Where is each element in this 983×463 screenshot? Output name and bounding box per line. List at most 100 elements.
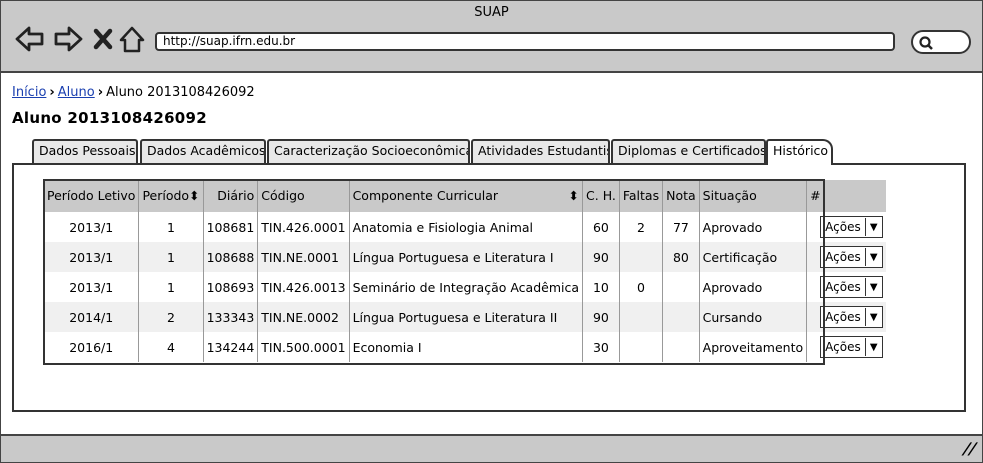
chevron-right-icon: › (97, 85, 104, 100)
browser-window: SUAP http://suap.ifrn.edu.br Início › Alun… (0, 0, 983, 463)
chevron-down-icon[interactable]: ▼ (866, 282, 882, 293)
table-header-row: Período Letivo Período⬍ Diário Código Co… (44, 180, 886, 212)
column-header-nota: Nota (662, 180, 700, 212)
breadcrumb: Início › Aluno › Aluno 2013108426092 (12, 85, 255, 100)
table-cell: Certificação (698, 242, 807, 272)
tab-caracterizacao[interactable]: Caracterização Socioeconômica (267, 139, 470, 163)
breadcrumb-link-inicio[interactable]: Início (12, 85, 46, 100)
table-cell: 1 (138, 212, 204, 242)
tab-historico[interactable]: Histórico (766, 139, 833, 165)
tab-dados-pessoais[interactable]: Dados Pessoais (32, 139, 138, 163)
table-cell: 1 (138, 272, 204, 302)
stop-icon[interactable] (93, 23, 113, 55)
column-header-ch: C. H. (582, 180, 620, 212)
table-cell: 2013/1 (69, 279, 114, 295)
browser-status-bar: // (1, 434, 982, 462)
table-row: 2016/1 4 134244 TIN.500.0001 Economia I 30 Apr… (44, 332, 886, 362)
table-cell: 2013/1 (44, 242, 139, 272)
table-cell: Língua Portuguesa e Literatura II (348, 302, 583, 332)
column-header-diario: Diário (202, 180, 258, 212)
tab-atividades[interactable]: Atividades Estudantis (471, 139, 610, 163)
acoes-dropdown-button[interactable]: Ações ▼ (820, 336, 883, 358)
table-cell: 90 (582, 302, 620, 332)
column-header-periodo[interactable]: Período⬍ (138, 180, 204, 212)
table-cell (618, 302, 663, 332)
table-cell: 2014/1 (44, 302, 139, 332)
table-cell (662, 332, 700, 362)
table-cell: 30 (582, 332, 620, 362)
table-cell: 4 (138, 332, 204, 362)
browser-toolbar: SUAP http://suap.ifrn.edu.br (1, 1, 982, 73)
acoes-dropdown-button[interactable]: Ações ▼ (820, 246, 883, 268)
table-cell-actions: Ações ▼ (806, 212, 886, 242)
search-field[interactable] (911, 30, 971, 54)
table-cell: 2 (618, 212, 663, 242)
home-icon[interactable] (119, 23, 145, 55)
table-cell: Anatomia e Fisiologia Animal (348, 212, 583, 242)
table-cell: 1 (138, 242, 204, 272)
table-cell: 60 (582, 212, 620, 242)
table-cell: 80 (662, 242, 700, 272)
table-cell: TIN.426.0001 (257, 212, 350, 242)
back-arrow-icon[interactable] (15, 23, 45, 55)
table-cell (618, 332, 663, 362)
table-row: 2013/1 1 108693 TIN.426.0013 Seminário de In… (44, 272, 886, 302)
table-cell: 134244 (202, 332, 258, 362)
table-cell: 133343 (202, 302, 258, 332)
chevron-right-icon: › (49, 85, 55, 100)
column-header-periodo-letivo: Período Letivo (44, 180, 139, 212)
acoes-label: Ações (821, 248, 866, 266)
column-header-faltas: Faltas (618, 180, 663, 212)
forward-arrow-icon[interactable] (53, 23, 83, 55)
table-cell (662, 272, 700, 302)
tab-dados-academicos[interactable]: Dados Acadêmicos (140, 139, 266, 163)
column-header-situacao: Situação (698, 180, 807, 212)
table-cell: Língua Portuguesa e Literatura I (348, 242, 583, 272)
table-cell: 0 (618, 272, 663, 302)
breadcrumb-link-aluno[interactable]: Aluno (58, 85, 95, 100)
table-cell: Aprovado (698, 212, 807, 242)
column-header-label: Componente Curricular (352, 188, 499, 203)
table-cell (618, 242, 663, 272)
column-header-codigo: Código (257, 180, 350, 212)
table-cell: Seminário de Integração Acadêmica (348, 272, 583, 302)
table-cell: 108693 (202, 272, 258, 302)
table-cell: 2013/1 (69, 219, 114, 235)
sort-icon[interactable]: ⬍ (189, 188, 199, 203)
sort-icon[interactable]: ⬍ (569, 189, 579, 203)
acoes-dropdown-button[interactable]: Ações ▼ (820, 306, 883, 328)
acoes-dropdown-button[interactable]: Ações ▼ (820, 216, 883, 238)
page-title: Aluno 2013108426092 (12, 109, 208, 127)
table-cell-actions: Ações ▼ (806, 302, 886, 332)
table-cell: 77 (662, 212, 700, 242)
table-cell: TIN.NE.0001 (257, 242, 350, 272)
table-cell: Economia I (348, 332, 583, 362)
table-row: 2013/1 1 108688 TIN.NE.0001 Língua Portugues… (44, 242, 886, 272)
url-input[interactable]: http://suap.ifrn.edu.br (155, 32, 895, 51)
acoes-dropdown-button[interactable]: Ações ▼ (820, 276, 883, 298)
historico-table: Período Letivo Período⬍ Diário Código Co… (44, 180, 886, 362)
resize-grip-icon[interactable]: // (961, 439, 980, 458)
table-cell: 2016/1 (69, 339, 114, 355)
table-cell: TIN.500.0001 (257, 332, 350, 362)
table-cell: 90 (582, 242, 620, 272)
table-cell: TIN.NE.0002 (257, 302, 350, 332)
table-cell: Aproveitamento (698, 332, 807, 362)
chevron-down-icon[interactable]: ▼ (866, 342, 882, 353)
window-title: SUAP (474, 5, 509, 20)
acoes-label: Ações (821, 338, 866, 356)
acoes-label: Ações (821, 308, 866, 326)
chevron-down-icon[interactable]: ▼ (866, 222, 882, 233)
chevron-down-icon[interactable]: ▼ (866, 312, 882, 323)
table-body: 2013/1 1 108681 TIN.426.0001 Anatomia e Fisi… (44, 212, 886, 362)
breadcrumb-current: Aluno 2013108426092 (106, 85, 255, 100)
table-cell: 108681 (202, 212, 258, 242)
table-cell-actions: Ações ▼ (806, 332, 886, 362)
column-header-label: Período (142, 188, 190, 203)
chevron-down-icon[interactable]: ▼ (866, 252, 882, 263)
search-icon (919, 36, 933, 50)
tab-diplomas[interactable]: Diplomas e Certificados (611, 139, 766, 163)
acoes-label: Ações (821, 278, 866, 296)
column-header-componente[interactable]: Componente Curricular ⬍ (348, 180, 583, 212)
column-header-hash: # (806, 180, 886, 212)
